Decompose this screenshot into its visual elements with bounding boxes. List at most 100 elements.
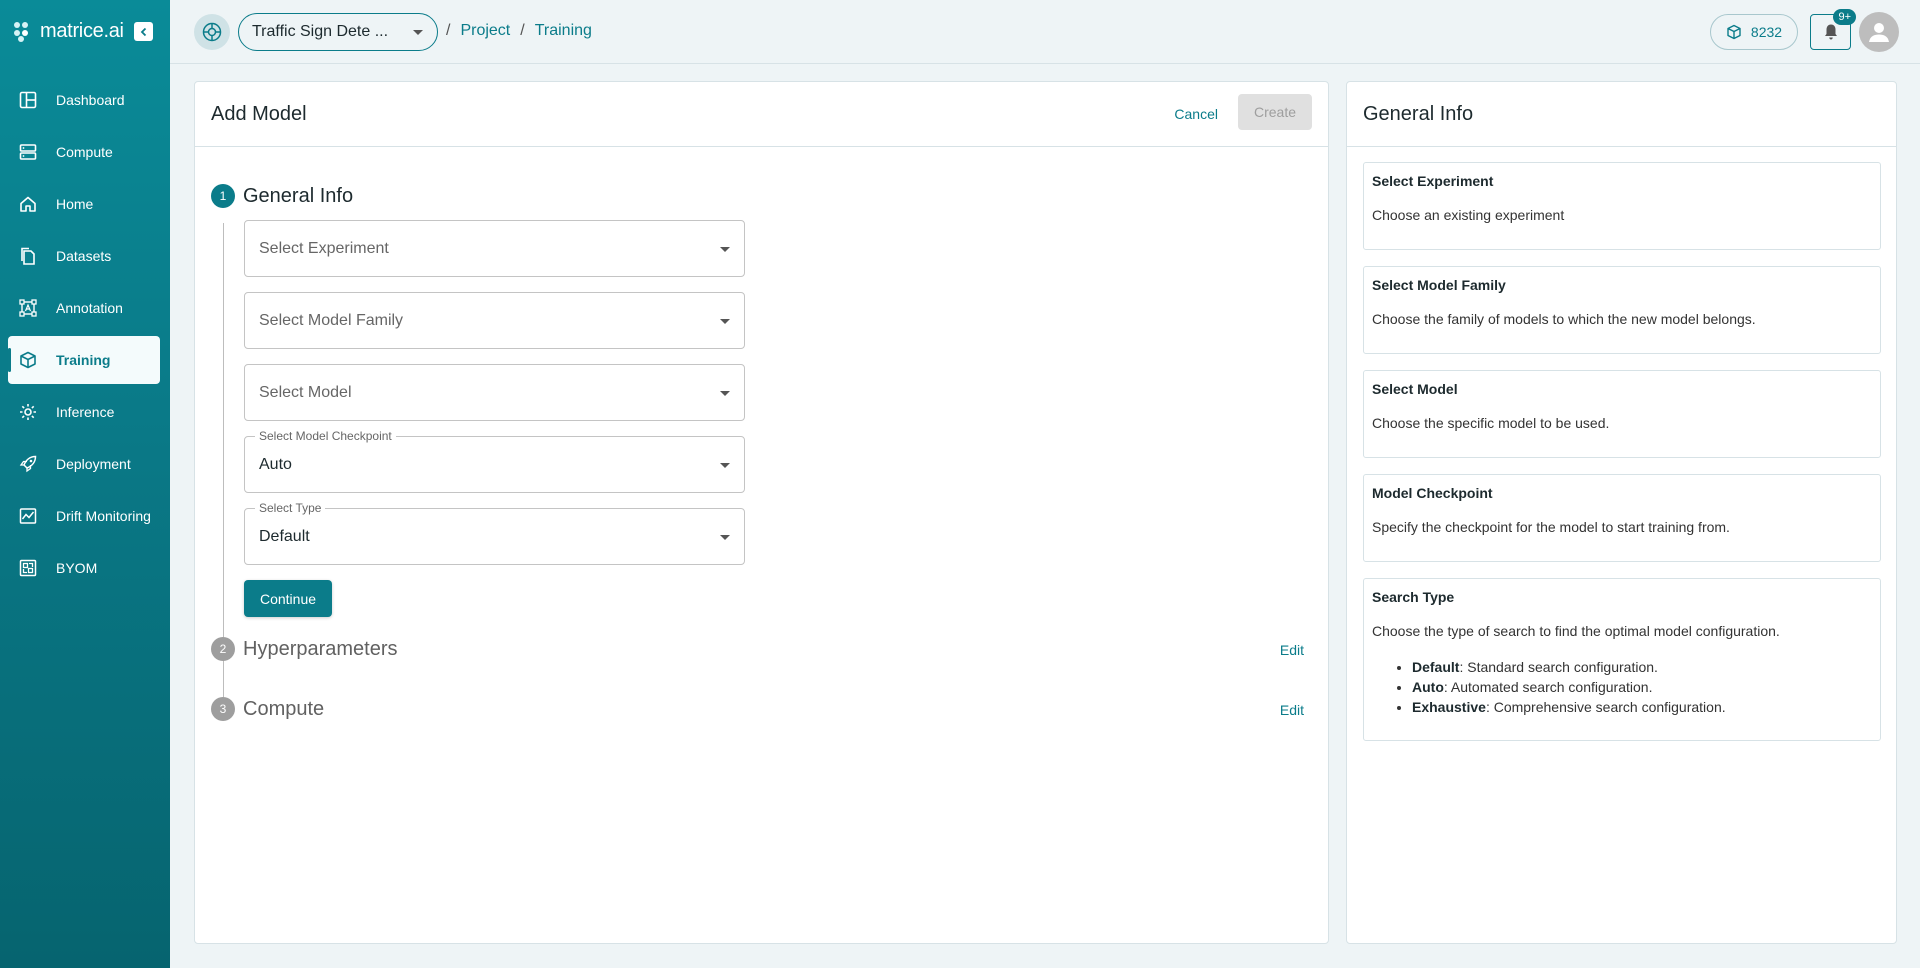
sidebar-item-label: Deployment: [56, 456, 131, 472]
sidebar-item-label: Inference: [56, 404, 115, 420]
select-model-checkpoint-value: Auto: [259, 455, 292, 473]
sidebar: matrice.ai Dashboard Compute Home Datase…: [0, 0, 170, 968]
sidebar-item-label: Drift Monitoring: [56, 508, 151, 524]
sidebar-item-datasets[interactable]: Datasets: [8, 232, 160, 280]
info-box-title: Model Checkpoint: [1372, 485, 1493, 501]
breadcrumb-training[interactable]: Training: [535, 22, 592, 40]
sidebar-nav: Dashboard Compute Home Datasets Annotati…: [8, 76, 160, 596]
info-box-text: Choose the specific model to be used.: [1372, 415, 1610, 431]
chevron-left-icon: [140, 27, 146, 36]
breadcrumb-separator: /: [520, 22, 525, 39]
step-title: Hyperparameters: [243, 637, 398, 660]
step-title: General Info: [243, 184, 354, 207]
sidebar-item-compute[interactable]: Compute: [8, 128, 160, 176]
edit-compute-link[interactable]: Edit: [1280, 702, 1304, 718]
chart-line-icon: [18, 506, 38, 526]
user-avatar[interactable]: [1859, 12, 1899, 52]
caret-down-icon: [720, 319, 730, 324]
logo-icon: [14, 20, 36, 42]
info-box-text: Choose an existing experiment: [1372, 207, 1565, 223]
info-box-title: Select Model Family: [1372, 277, 1506, 293]
sidebar-item-deployment[interactable]: Deployment: [8, 440, 160, 488]
info-box-title: Select Experiment: [1372, 173, 1494, 189]
caret-down-icon: [720, 535, 730, 540]
info-select-model: Select Model Choose the specific model t…: [1363, 370, 1881, 458]
select-type-label: Select Type: [255, 501, 326, 515]
continue-button[interactable]: Continue: [244, 580, 332, 617]
sidebar-item-label: BYOM: [56, 560, 98, 576]
project-select[interactable]: Traffic Sign Dete ...: [238, 13, 438, 51]
info-model-checkpoint: Model Checkpoint Specify the checkpoint …: [1363, 474, 1881, 562]
breadcrumb-separator: /: [446, 22, 451, 39]
info-select-experiment: Select Experiment Choose an existing exp…: [1363, 162, 1881, 250]
select-model[interactable]: Select Model: [244, 364, 745, 421]
sidebar-item-label: Training: [56, 352, 111, 368]
byom-icon: [18, 558, 38, 578]
create-button[interactable]: Create: [1238, 94, 1312, 130]
add-model-card: Add Model Cancel Create 1 General Info S…: [194, 81, 1329, 944]
edit-hyperparameters-link[interactable]: Edit: [1280, 642, 1304, 658]
sidebar-item-byom[interactable]: BYOM: [8, 544, 160, 592]
sidebar-item-inference[interactable]: Inference: [8, 388, 160, 436]
logo-text: matrice.ai: [40, 19, 124, 42]
breadcrumb-project[interactable]: Project: [460, 22, 510, 40]
sidebar-item-dashboard[interactable]: Dashboard: [8, 76, 160, 124]
credits-cube-icon: [1727, 24, 1741, 40]
select-model-checkpoint[interactable]: Select Model Checkpoint Auto: [244, 429, 745, 493]
gear-icon: [18, 402, 38, 422]
info-box-title: Select Model: [1372, 381, 1458, 397]
caret-down-icon: [720, 391, 730, 396]
files-icon: [18, 246, 38, 266]
project-avatar[interactable]: [194, 14, 230, 50]
info-search-type: Search Type Choose the type of search to…: [1363, 578, 1881, 741]
list-item: Exhaustive: Comprehensive search configu…: [1412, 697, 1872, 717]
search-type-term: Default: [1412, 659, 1460, 675]
step-general-info[interactable]: 1 General Info: [211, 184, 353, 208]
credits-value: 8232: [1750, 24, 1783, 40]
sidebar-item-label: Dashboard: [56, 92, 125, 108]
server-icon: [18, 142, 38, 162]
notification-badge: 9+: [1833, 9, 1856, 25]
sidebar-item-drift-monitoring[interactable]: Drift Monitoring: [8, 492, 160, 540]
info-select-model-family: Select Model Family Choose the family of…: [1363, 266, 1881, 354]
notifications-button[interactable]: 9+: [1810, 9, 1856, 50]
collapse-sidebar-button[interactable]: [134, 22, 153, 41]
credits-button[interactable]: 8232: [1710, 14, 1798, 50]
info-panel-header: General Info: [1347, 82, 1896, 147]
info-box-text: Specify the checkpoint for the model to …: [1372, 519, 1730, 535]
cube-icon: [18, 350, 38, 370]
annotation-icon: [18, 298, 38, 318]
select-type[interactable]: Select Type Default: [244, 501, 745, 565]
select-experiment-placeholder: Select Experiment: [259, 239, 389, 257]
info-panel-title: General Info: [1363, 102, 1474, 125]
bell-icon: [1824, 24, 1837, 40]
caret-down-icon: [413, 30, 423, 35]
card-header: Add Model Cancel Create: [195, 82, 1328, 147]
step-connector: [223, 223, 224, 698]
select-model-family[interactable]: Select Model Family: [244, 292, 745, 349]
step-hyperparameters[interactable]: 2 Hyperparameters: [211, 637, 398, 661]
step-compute[interactable]: 3 Compute: [211, 697, 324, 721]
step-number: 1: [211, 184, 235, 208]
step-number: 3: [211, 697, 235, 721]
sidebar-item-annotation[interactable]: Annotation: [8, 284, 160, 332]
sidebar-item-home[interactable]: Home: [8, 180, 160, 228]
sidebar-item-label: Compute: [56, 144, 113, 160]
breadcrumb: / Project / Training: [446, 22, 592, 40]
info-box-text: Choose the family of models to which the…: [1372, 311, 1756, 327]
sidebar-item-label: Home: [56, 196, 94, 212]
project-icon: [202, 22, 222, 42]
user-icon: [1869, 23, 1889, 42]
cancel-button[interactable]: Cancel: [1168, 102, 1224, 126]
caret-down-icon: [720, 247, 730, 252]
general-info-panel: General Info Select Experiment Choose an…: [1346, 81, 1897, 944]
home-icon: [18, 194, 38, 214]
select-experiment[interactable]: Select Experiment: [244, 220, 745, 277]
logo[interactable]: matrice.ai: [14, 18, 124, 44]
search-type-desc: : Standard search configuration.: [1459, 659, 1658, 675]
page-title: Add Model: [211, 102, 307, 125]
search-type-term: Auto: [1412, 679, 1444, 695]
sidebar-item-training[interactable]: Training: [8, 336, 160, 384]
search-type-desc: : Comprehensive search configuration.: [1485, 699, 1726, 715]
search-type-term: Exhaustive: [1412, 699, 1486, 715]
